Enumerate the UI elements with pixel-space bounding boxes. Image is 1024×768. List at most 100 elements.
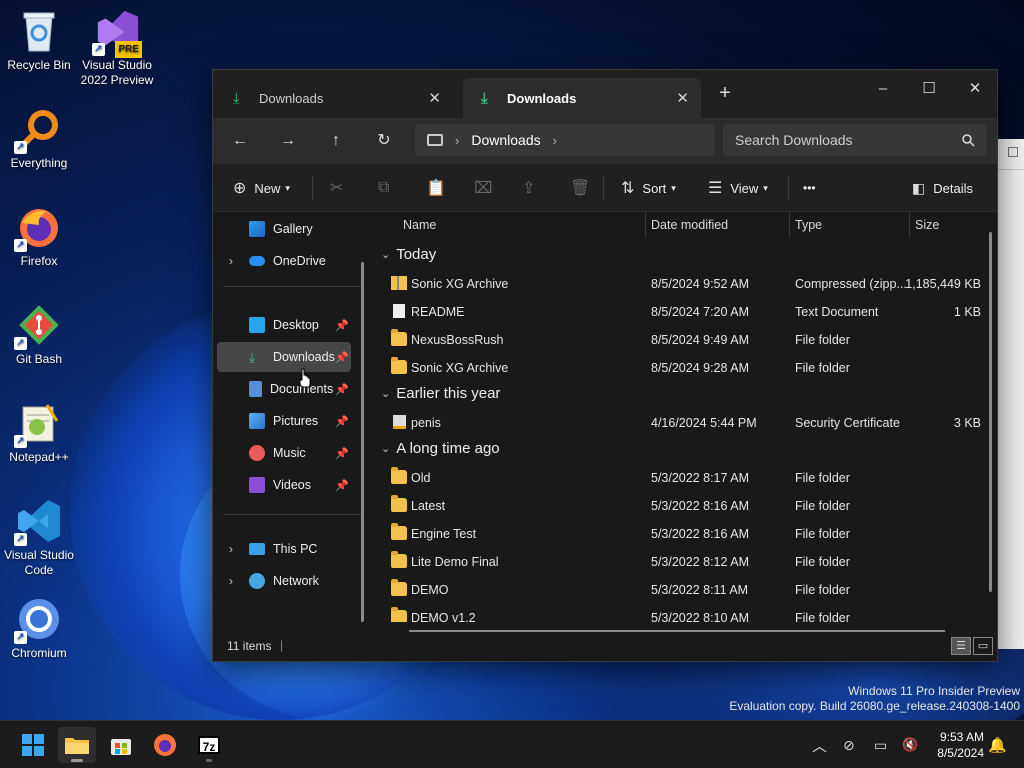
address-bar[interactable]: › Downloads › (415, 124, 715, 156)
breadcrumb-separator[interactable]: › (553, 133, 557, 148)
sidebar-item-videos[interactable]: Videos 📌 (217, 470, 351, 500)
minimize-button[interactable]: – (860, 74, 906, 104)
maximize-button[interactable]: ☐ (906, 74, 952, 104)
group-header-long-ago[interactable]: ⌄ A long time ago (381, 440, 500, 457)
close-tab-icon[interactable]: ✕ (676, 89, 689, 107)
paste-button[interactable]: 📋 (426, 164, 454, 212)
file-row[interactable]: NexusBossRush 8/5/2024 9:49 AM File fold… (373, 326, 989, 354)
sidebar-scrollbar[interactable] (361, 262, 364, 622)
details-pane-button[interactable]: ◧ Details (912, 164, 973, 212)
show-hidden-icons-button[interactable]: ︿ (812, 721, 827, 768)
refresh-button[interactable]: ↻ (370, 128, 398, 154)
file-row[interactable]: Sonic XG Archive 8/5/2024 9:28 AM File f… (373, 354, 989, 382)
tray-display[interactable]: ▭ (874, 721, 887, 768)
share-button[interactable]: ⇪ (522, 164, 543, 212)
sidebar-item-music[interactable]: Music 📌 (217, 438, 351, 468)
sidebar-item-onedrive[interactable]: › OneDrive (217, 246, 351, 276)
sidebar-item-this-pc[interactable]: › This PC (217, 534, 351, 564)
desktop-icon-label: Visual Studio 2022 Preview (80, 58, 154, 87)
tray-network-status[interactable]: ⊘ (843, 721, 855, 768)
copy-button[interactable]: ⧉ (378, 164, 397, 212)
tray-volume[interactable]: 🔇 (902, 721, 918, 768)
sort-button[interactable]: ⇅ Sort ▾ (621, 164, 676, 212)
chevron-right-icon[interactable]: › (223, 542, 239, 556)
sidebar-item-gallery[interactable]: Gallery (217, 214, 351, 244)
file-list-scrollbar[interactable] (989, 232, 992, 592)
new-tab-button[interactable]: + (713, 82, 737, 105)
back-button[interactable]: ← (226, 128, 254, 154)
taskbar-7zip[interactable]: 7z (190, 727, 228, 763)
pin-icon[interactable]: 📌 (335, 351, 349, 364)
file-row[interactable]: Sonic XG Archive 8/5/2024 9:52 AM Compre… (373, 270, 989, 298)
file-row[interactable]: Lite Demo Final 5/3/2022 8:12 AM File fo… (373, 548, 989, 576)
taskbar-microsoft-store[interactable] (102, 727, 140, 763)
cut-button[interactable]: ✂ (330, 164, 351, 212)
new-button[interactable]: ⊕ New ▾ (233, 164, 290, 212)
sidebar-item-documents[interactable]: Documents 📌 (217, 374, 351, 404)
zip-folder-icon (391, 276, 407, 290)
taskbar-file-explorer[interactable] (58, 727, 96, 763)
tiles-view-toggle[interactable]: ▭ (973, 637, 993, 655)
desktop-icon-vscode[interactable]: ↗ Visual Studio Code (0, 498, 78, 578)
pin-icon[interactable]: 📌 (335, 447, 349, 460)
pin-icon[interactable]: 📌 (335, 383, 349, 396)
breadcrumb-separator[interactable]: › (455, 133, 459, 148)
column-header-type[interactable]: Type (795, 212, 822, 238)
close-window-button[interactable]: ✕ (952, 74, 998, 104)
sidebar-item-downloads[interactable]: ⤓ Downloads 📌 (217, 342, 351, 372)
more-options-button[interactable]: ••• (803, 164, 816, 212)
column-divider[interactable] (909, 212, 910, 238)
column-header-size[interactable]: Size (915, 212, 939, 238)
file-explorer-window[interactable]: ⤓ Downloads ✕ ⤓ Downloads ✕ + – ☐ ✕ ← → … (212, 69, 998, 662)
file-row[interactable]: penis 4/16/2024 5:44 PM Security Certifi… (373, 409, 989, 437)
file-list[interactable]: Name Date modified Type Size ⌄ Today Son… (373, 212, 997, 632)
title-bar[interactable]: ⤓ Downloads ✕ ⤓ Downloads ✕ + – ☐ ✕ (213, 70, 997, 118)
navigation-pane[interactable]: Gallery › OneDrive Desktop 📌 ⤓ Downloads… (213, 212, 371, 632)
taskbar-clock[interactable]: 9:53 AM 8/5/2024 (937, 729, 984, 761)
file-row[interactable]: README 8/5/2024 7:20 AM Text Document 1 … (373, 298, 989, 326)
start-button[interactable] (14, 727, 52, 763)
sidebar-item-network[interactable]: › Network (217, 566, 351, 596)
column-header-date[interactable]: Date modified (651, 212, 728, 238)
file-row[interactable]: DEMO 5/3/2022 8:11 AM File folder (373, 576, 989, 604)
file-row[interactable]: Latest 5/3/2022 8:16 AM File folder (373, 492, 989, 520)
pin-icon[interactable]: 📌 (335, 415, 349, 428)
chevron-right-icon[interactable]: › (223, 574, 239, 588)
desktop-icon-everything[interactable]: ↗ Everything (0, 106, 78, 171)
up-button[interactable]: ↑ (322, 128, 350, 154)
desktop-icon-notepad-plus-plus[interactable]: ↗ Notepad++ (0, 400, 78, 465)
notifications-button[interactable]: 🔔 (988, 721, 1007, 768)
details-pane-icon: ◧ (912, 179, 926, 196)
chevron-right-icon[interactable]: › (223, 254, 239, 268)
pin-icon[interactable]: 📌 (335, 319, 349, 332)
tab-downloads-1[interactable]: ⤓ Downloads ✕ (215, 78, 453, 118)
view-button[interactable]: ☰ View ▾ (708, 164, 768, 212)
group-header-earlier[interactable]: ⌄ Earlier this year (381, 385, 500, 402)
tab-downloads-2[interactable]: ⤓ Downloads ✕ (463, 78, 701, 118)
column-divider[interactable] (789, 212, 790, 238)
file-row[interactable]: Old 5/3/2022 8:17 AM File folder (373, 464, 989, 492)
search-input[interactable]: Search Downloads (723, 124, 987, 156)
forward-button[interactable]: → (274, 128, 302, 154)
group-header-today[interactable]: ⌄ Today (381, 246, 436, 263)
details-view-toggle[interactable]: ☰ (951, 637, 971, 655)
desktop-icon-firefox[interactable]: ↗ Firefox (0, 204, 78, 269)
breadcrumb-downloads[interactable]: Downloads (471, 132, 540, 148)
pin-icon[interactable]: 📌 (335, 479, 349, 492)
sidebar-item-desktop[interactable]: Desktop 📌 (217, 310, 351, 340)
file-row[interactable]: DEMO v1.2 5/3/2022 8:10 AM File folder (373, 604, 989, 622)
desktop-icon-chromium[interactable]: ↗ Chromium (0, 596, 78, 661)
column-divider[interactable] (645, 212, 646, 238)
background-window-edge[interactable] (998, 139, 1024, 649)
desktop-icon-recycle-bin[interactable]: Recycle Bin (0, 8, 78, 73)
sidebar-item-pictures[interactable]: Pictures 📌 (217, 406, 351, 436)
file-row[interactable]: Engine Test 5/3/2022 8:16 AM File folder (373, 520, 989, 548)
desktop-icon-git-bash[interactable]: ↗ Git Bash (0, 302, 78, 367)
column-header-name[interactable]: Name (403, 212, 436, 238)
file-date: 4/16/2024 5:44 PM (651, 416, 757, 430)
delete-button[interactable]: 🗑 (570, 164, 598, 212)
rename-button[interactable]: ⌧ (474, 164, 500, 212)
desktop-icon-visual-studio[interactable]: PRE ↗ Visual Studio 2022 Preview (78, 8, 156, 88)
taskbar-firefox[interactable] (146, 727, 184, 763)
close-tab-icon[interactable]: ✕ (428, 89, 441, 107)
